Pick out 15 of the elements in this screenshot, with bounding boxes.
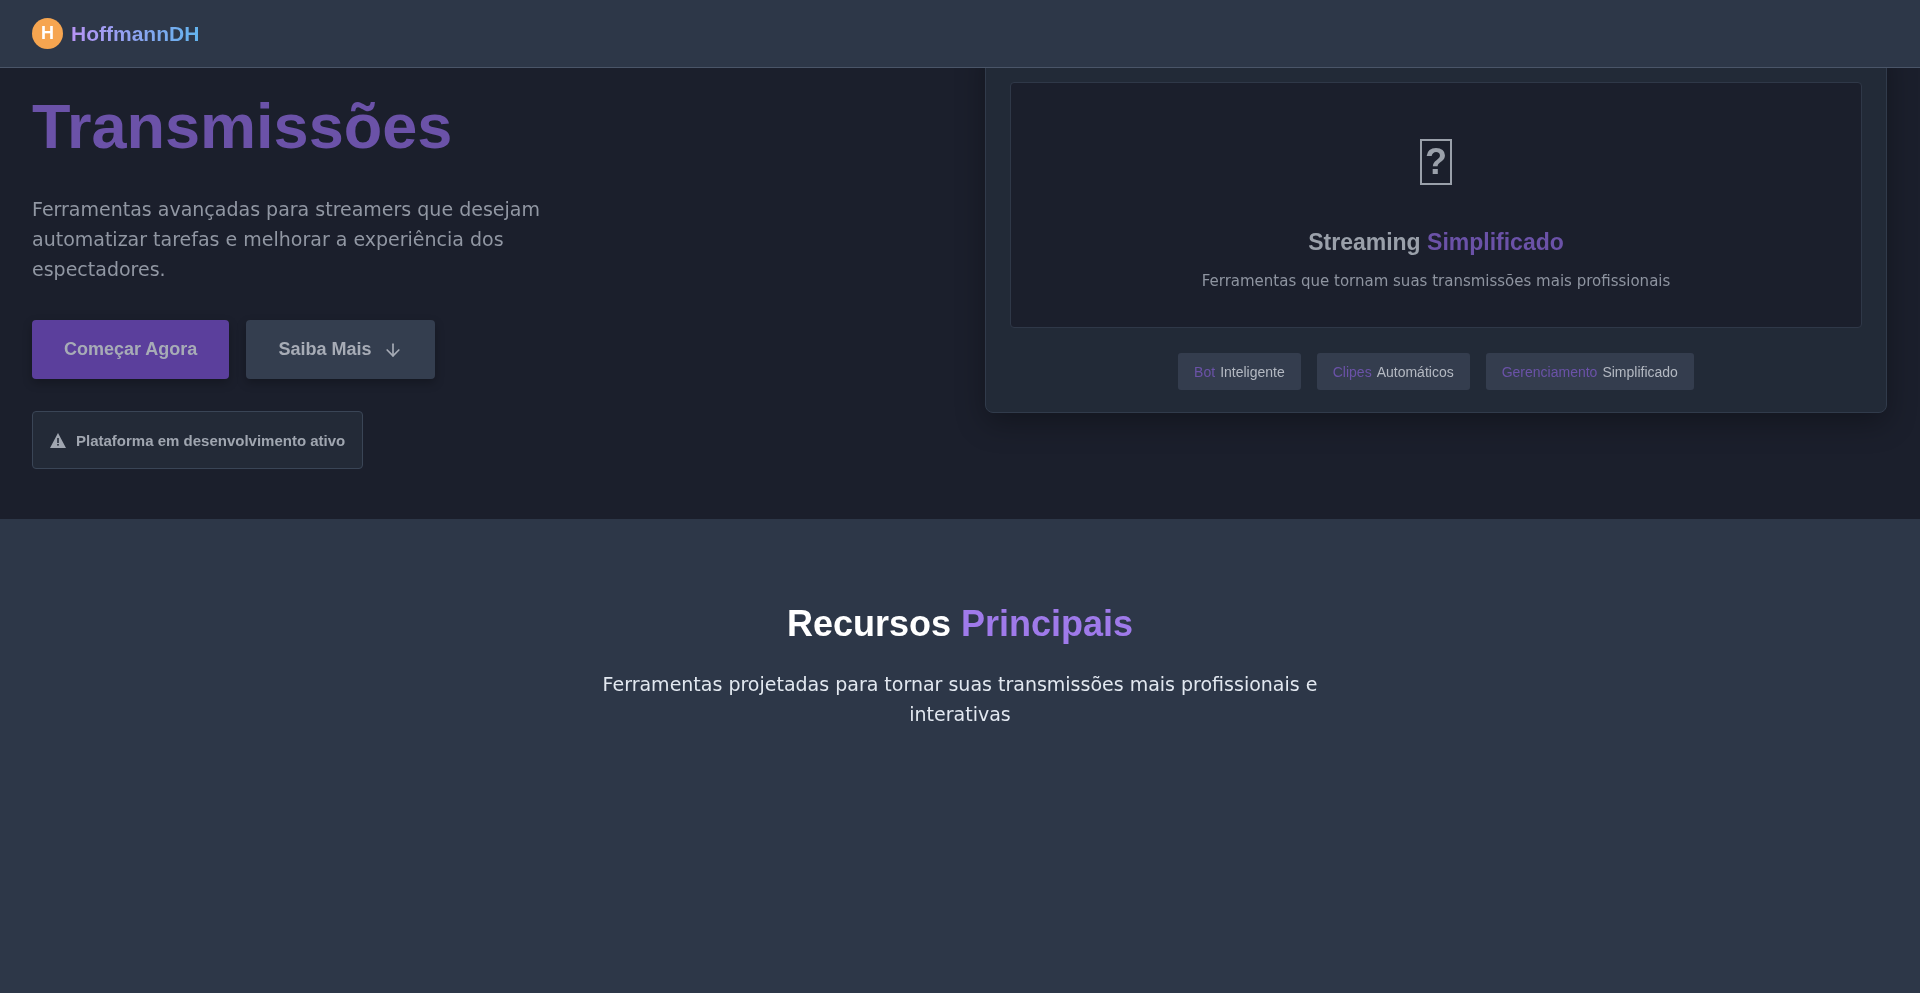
showcase-subtitle: Ferramentas que tornam suas transmissões mais profissionais: [1201, 272, 1671, 290]
warning-icon: [50, 432, 66, 448]
question-icon: ?: [1420, 139, 1452, 185]
hero-title: Transmissões: [32, 90, 453, 163]
feature-tag: Bot Inteligente: [1178, 353, 1301, 390]
start-button[interactable]: Começar Agora: [32, 320, 230, 379]
learn-more-button[interactable]: Saiba Mais: [246, 320, 436, 379]
showcase-title: Streaming Simplificado: [1308, 229, 1564, 256]
features-description: Ferramentas projetadas para tornar suas transmissões mais profissionais e interativas: [601, 672, 1319, 727]
features-title: Recursos Principais: [786, 603, 1134, 645]
feature-tag: Gerenciamento Simplificado: [1485, 353, 1694, 390]
logo-icon: H: [32, 18, 63, 49]
feature-tag: Clipes Automáticos: [1316, 353, 1470, 390]
hero-description: Ferramentas avançadas para streamers que desejam automatizar tarefas e melhorar a experiência dos espectadores.: [32, 197, 541, 282]
notice-text: Plataforma em desenvolvimento ativo: [76, 431, 346, 449]
